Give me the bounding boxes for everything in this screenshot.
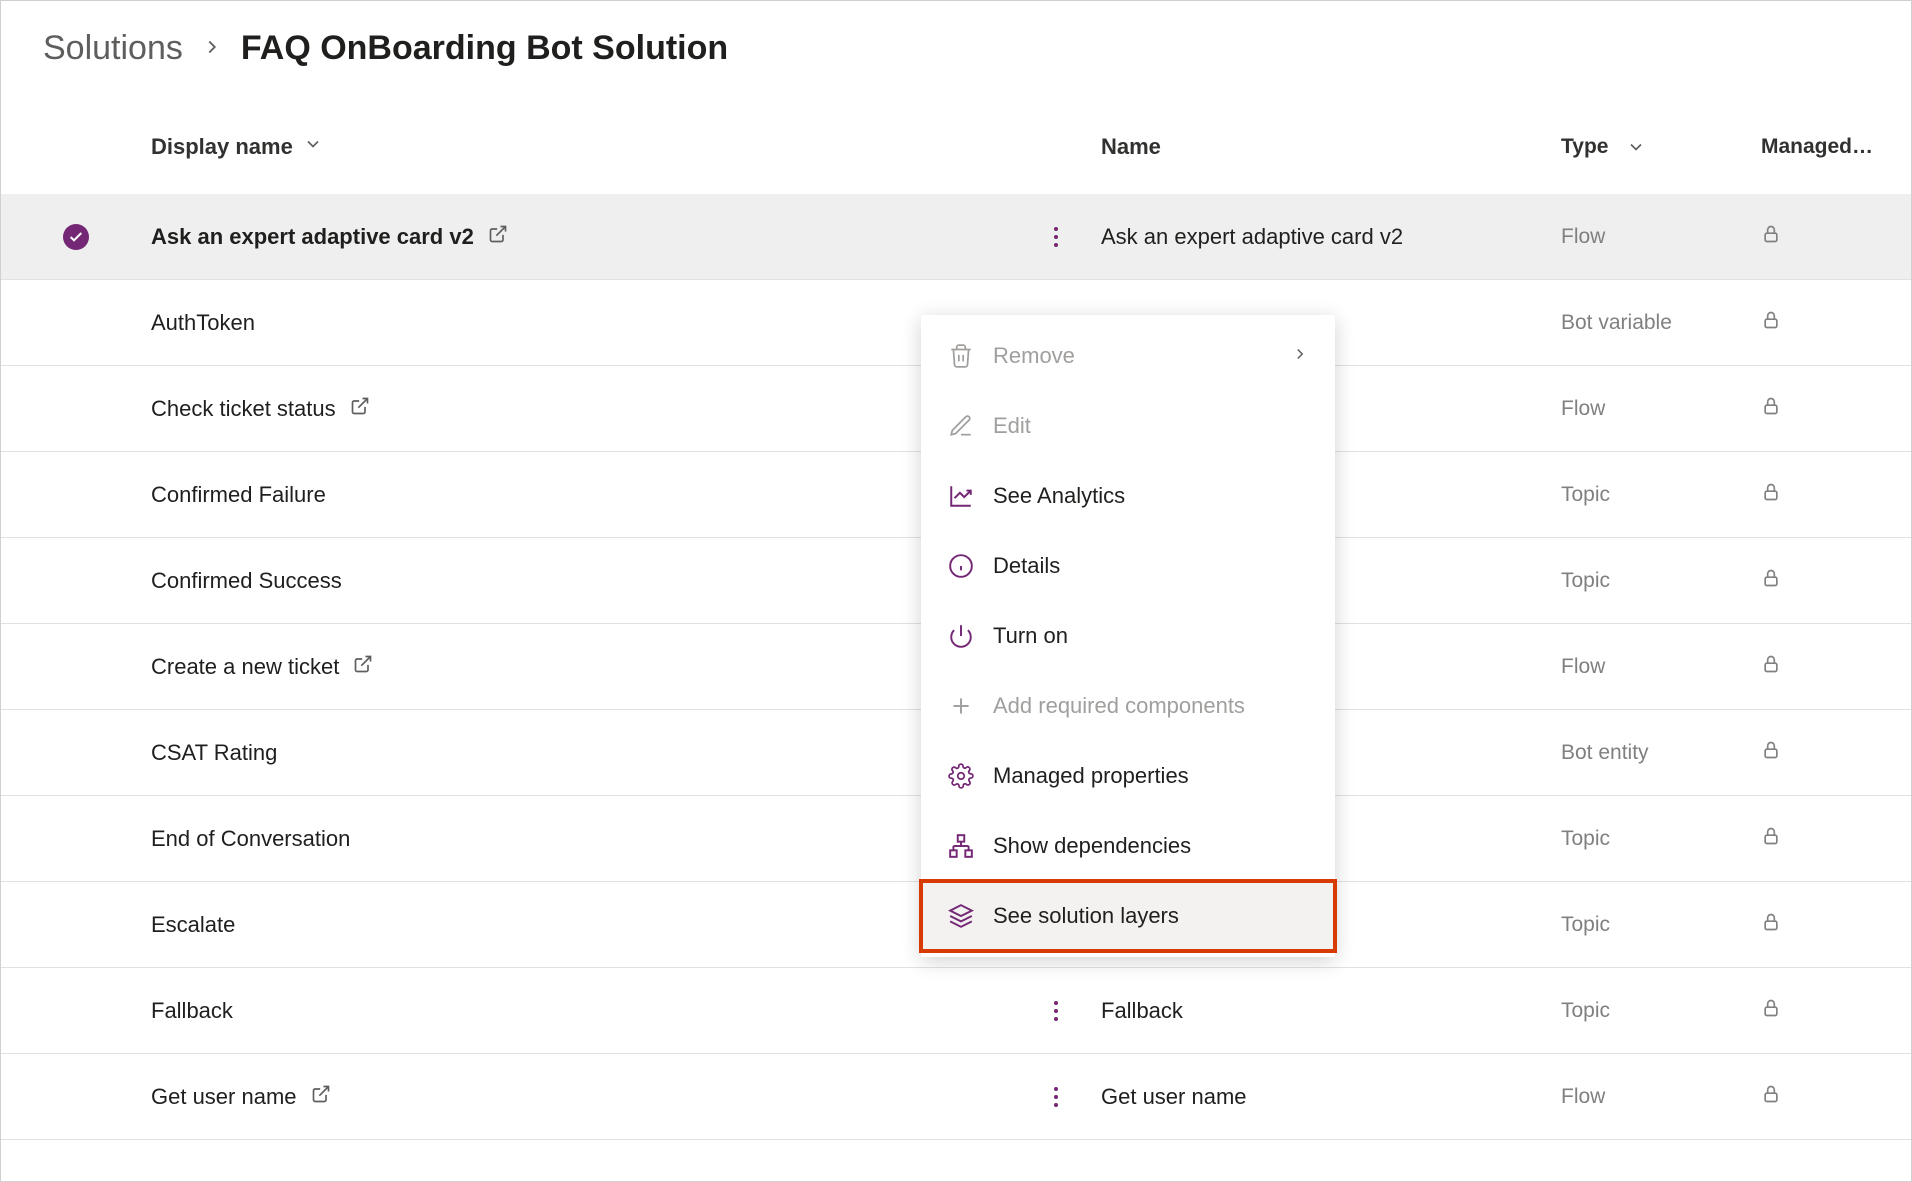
more-actions-button[interactable]: [1041, 1082, 1071, 1112]
row-type: Topic: [1561, 827, 1761, 851]
lock-icon: [1761, 396, 1781, 422]
menu-edit[interactable]: Edit: [921, 391, 1335, 461]
row-display-name[interactable]: Ask an expert adaptive card v2: [151, 224, 1021, 250]
row-type: Topic: [1561, 999, 1761, 1023]
lock-icon: [1761, 224, 1781, 250]
row-display-name[interactable]: AuthToken: [151, 310, 1021, 336]
row-name: Get user name: [1091, 1084, 1561, 1110]
row-display-name[interactable]: Confirmed Success: [151, 568, 1021, 594]
lock-icon: [1761, 568, 1781, 594]
row-display-name[interactable]: Escalate: [151, 912, 1021, 938]
lock-icon: [1761, 310, 1781, 336]
row-type: Topic: [1561, 483, 1761, 507]
menu-label: Details: [993, 553, 1060, 579]
row-type: Topic: [1561, 569, 1761, 593]
menu-label: See Analytics: [993, 483, 1125, 509]
menu-details[interactable]: Details: [921, 531, 1335, 601]
row-type: Bot entity: [1561, 741, 1761, 765]
chevron-right-icon: [1291, 343, 1309, 369]
row-type: Flow: [1561, 1085, 1761, 1109]
table-row[interactable]: Get user nameGet user nameFlow: [1, 1054, 1911, 1140]
row-display-name[interactable]: End of Conversation: [151, 826, 1021, 852]
menu-label: Managed properties: [993, 763, 1189, 789]
row-display-name[interactable]: Get user name: [151, 1084, 1021, 1110]
plus-icon: [947, 692, 975, 720]
row-name: Ask an expert adaptive card v2: [1091, 224, 1561, 250]
menu-label: Add required components: [993, 693, 1245, 719]
chevron-down-icon: [303, 134, 323, 160]
table-row[interactable]: FallbackFallbackTopic: [1, 968, 1911, 1054]
lock-icon: [1761, 740, 1781, 766]
row-display-name[interactable]: Fallback: [151, 998, 1021, 1024]
menu-analytics[interactable]: See Analytics: [921, 461, 1335, 531]
context-menu: Remove Edit See Analytics Details: [921, 315, 1335, 957]
row-type: Flow: [1561, 225, 1761, 249]
more-actions-button[interactable]: [1041, 222, 1071, 252]
lock-icon: [1761, 654, 1781, 680]
lock-icon: [1761, 912, 1781, 938]
menu-managed-properties[interactable]: Managed properties: [921, 741, 1335, 811]
lock-icon: [1761, 998, 1781, 1024]
menu-remove[interactable]: Remove: [921, 321, 1335, 391]
menu-label: Remove: [993, 343, 1075, 369]
menu-label: See solution layers: [993, 903, 1179, 929]
lock-icon: [1761, 1084, 1781, 1110]
external-link-icon: [353, 654, 373, 680]
breadcrumb-current: FAQ OnBoarding Bot Solution: [241, 29, 728, 68]
menu-see-solution-layers[interactable]: See solution layers: [921, 881, 1335, 951]
row-display-name[interactable]: CSAT Rating: [151, 740, 1021, 766]
external-link-icon: [350, 396, 370, 422]
row-type: Topic: [1561, 913, 1761, 937]
layers-icon: [947, 902, 975, 930]
row-type: Bot variable: [1561, 311, 1761, 335]
col-header-display[interactable]: Display name: [151, 134, 1021, 160]
row-display-name[interactable]: Confirmed Failure: [151, 482, 1021, 508]
row-name: Fallback: [1091, 998, 1561, 1024]
menu-turnon[interactable]: Turn on: [921, 601, 1335, 671]
menu-label: Turn on: [993, 623, 1068, 649]
more-actions-button[interactable]: [1041, 996, 1071, 1026]
breadcrumb: Solutions FAQ OnBoarding Bot Solution: [1, 1, 1911, 112]
pencil-icon: [947, 412, 975, 440]
lock-icon: [1761, 826, 1781, 852]
menu-show-dependencies[interactable]: Show dependencies: [921, 811, 1335, 881]
chevron-right-icon: [201, 32, 223, 66]
col-header-name[interactable]: Name: [1091, 134, 1561, 160]
external-link-icon: [311, 1084, 331, 1110]
menu-label: Show dependencies: [993, 833, 1191, 859]
external-link-icon: [488, 224, 508, 250]
breadcrumb-parent[interactable]: Solutions: [43, 29, 183, 68]
lock-icon: [1761, 482, 1781, 508]
power-icon: [947, 622, 975, 650]
col-header-type[interactable]: Type: [1561, 135, 1761, 159]
table-header: Display name Name Type Managed…: [1, 112, 1911, 182]
info-icon: [947, 552, 975, 580]
chevron-down-icon: [1626, 137, 1646, 157]
table-row[interactable]: Ask an expert adaptive card v2 Ask an exp…: [1, 194, 1911, 280]
menu-add-required[interactable]: Add required components: [921, 671, 1335, 741]
menu-label: Edit: [993, 413, 1031, 439]
row-display-name[interactable]: Create a new ticket: [151, 654, 1021, 680]
trash-icon: [947, 342, 975, 370]
checkmark-icon[interactable]: [63, 224, 89, 250]
row-display-name[interactable]: Check ticket status: [151, 396, 1021, 422]
hierarchy-icon: [947, 832, 975, 860]
analytics-icon: [947, 482, 975, 510]
gear-icon: [947, 762, 975, 790]
col-header-managed[interactable]: Managed…: [1761, 135, 1912, 159]
row-type: Flow: [1561, 655, 1761, 679]
row-type: Flow: [1561, 397, 1761, 421]
